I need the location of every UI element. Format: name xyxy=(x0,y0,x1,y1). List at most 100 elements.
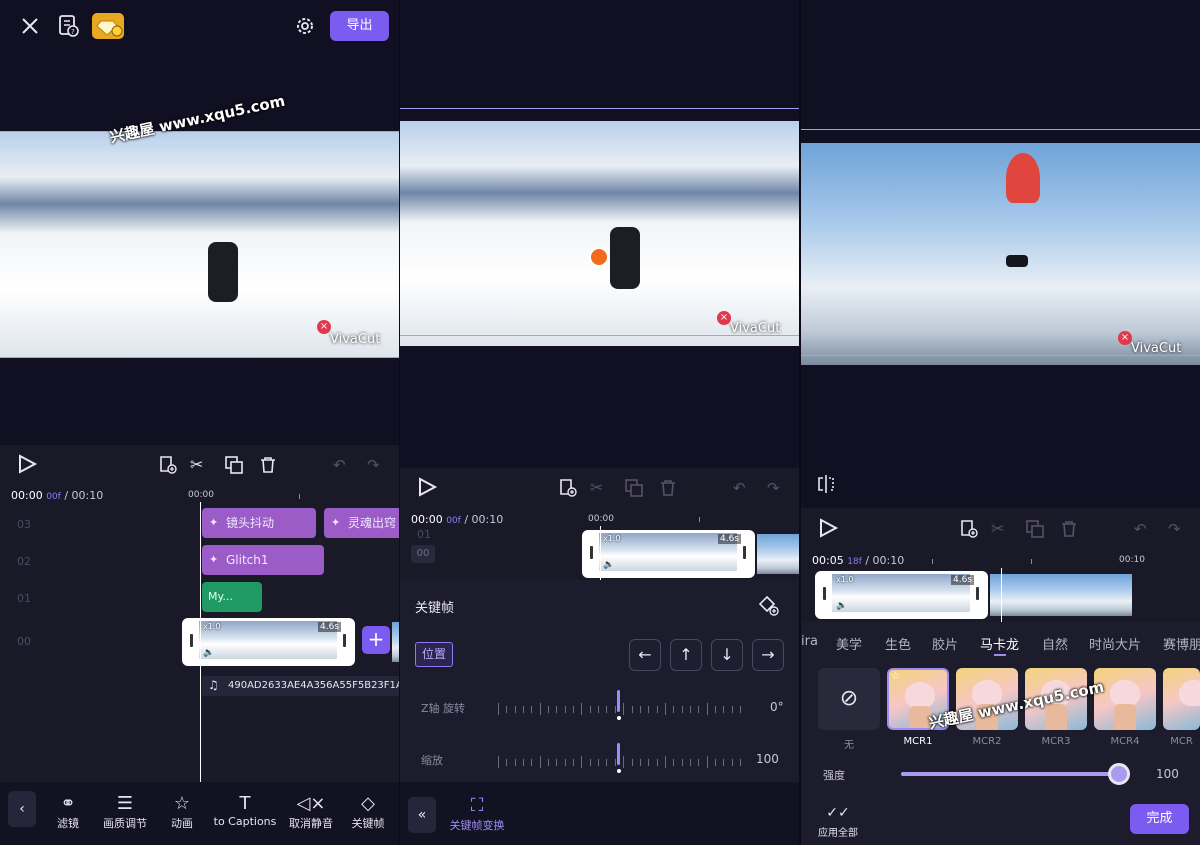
ruler-tick-mark xyxy=(631,759,633,766)
filter-thumbnail[interactable] xyxy=(1163,668,1200,730)
text-clip[interactable]: My... xyxy=(202,582,262,612)
filter-category-tab[interactable]: 自然 xyxy=(1042,634,1068,653)
panel-title: 关键帧 xyxy=(415,601,455,616)
video-preview[interactable]: × VivaCut xyxy=(801,143,1200,365)
clip-volume-icon[interactable]: 🔈 xyxy=(603,560,614,570)
remove-watermark-icon[interactable]: × xyxy=(717,311,731,325)
audio-track[interactable]: ♫ 490AD2633AE4A356A55F5B23F1AE1F xyxy=(202,676,399,696)
main-video-clip[interactable]: x1.0 4.6s 🔈 xyxy=(815,571,988,619)
keyframe-add-icon[interactable] xyxy=(758,595,780,617)
export-button[interactable]: 导出 xyxy=(330,11,389,41)
keyframe-anchor-dot[interactable] xyxy=(589,247,609,267)
fx-clip[interactable]: ✦ Glitch1 xyxy=(202,545,324,575)
settings-gear-icon[interactable] xyxy=(293,14,317,38)
ruler-tick-mark xyxy=(606,706,608,713)
favorite-star-icon[interactable]: ☆ xyxy=(891,671,900,682)
video-preview[interactable]: × VivaCut xyxy=(400,121,799,346)
filter-category-tab-active[interactable]: 马卡龙 xyxy=(980,634,1019,653)
trim-handle-left[interactable] xyxy=(185,621,199,659)
remove-watermark-icon[interactable]: × xyxy=(317,320,331,334)
intensity-slider-knob[interactable] xyxy=(1108,763,1130,785)
delete-trash-icon[interactable] xyxy=(258,455,278,475)
duplicate-icon[interactable] xyxy=(1025,519,1045,539)
main-video-clip[interactable]: x1.0 4.6s 🔈 xyxy=(582,530,755,578)
scale-indicator[interactable] xyxy=(617,743,620,765)
fx-clip-label: 镜头抖动 xyxy=(226,516,275,530)
filter-category-tab[interactable]: 时尚大片 xyxy=(1089,634,1141,653)
unmute-tool[interactable]: ◁× 取消静音 xyxy=(284,793,338,831)
remove-watermark-icon[interactable]: × xyxy=(1118,331,1132,345)
intensity-slider-track[interactable] xyxy=(901,772,1119,776)
tutorial-icon[interactable]: ? xyxy=(56,14,80,38)
main-video-clip[interactable]: x1.0 4.6s 🔈 xyxy=(182,618,355,666)
ruler-tick xyxy=(699,517,700,522)
move-up-button[interactable]: ↑ xyxy=(670,639,702,671)
add-clip-button[interactable]: + xyxy=(362,626,390,654)
playhead[interactable] xyxy=(600,526,601,580)
filter-category-tab[interactable]: ira xyxy=(801,634,818,649)
position-tab[interactable]: 位置 xyxy=(415,642,453,667)
move-right-button[interactable]: → xyxy=(752,639,784,671)
filter-tool[interactable]: ⚭ 滤镜 xyxy=(46,793,90,831)
time-frame: 18f xyxy=(847,557,862,567)
filter-category-tab[interactable]: 赛博朋 xyxy=(1163,634,1200,653)
undo-icon[interactable]: ↶ xyxy=(1134,520,1147,538)
playhead[interactable] xyxy=(200,502,201,782)
move-left-button[interactable]: ← xyxy=(629,639,661,671)
compare-split-icon[interactable] xyxy=(815,473,837,495)
play-icon[interactable] xyxy=(416,476,438,498)
move-down-button[interactable]: ↓ xyxy=(711,639,743,671)
back-chevron-icon[interactable]: ‹ xyxy=(8,791,36,827)
split-scissors-icon[interactable]: ✂ xyxy=(991,519,1004,538)
delete-trash-icon[interactable] xyxy=(1059,519,1079,539)
redo-icon[interactable]: ↷ xyxy=(767,479,780,497)
clip-volume-icon[interactable]: 🔈 xyxy=(203,648,214,658)
duplicate-icon[interactable] xyxy=(624,478,644,498)
video-preview[interactable]: × VivaCut xyxy=(0,131,399,358)
captions-tool[interactable]: Tto Captions xyxy=(212,793,278,828)
time-current: 00:00 xyxy=(11,489,43,502)
keyframe-transform-tab[interactable]: ⛶ 关键帧变换 xyxy=(444,795,510,833)
playhead[interactable] xyxy=(1001,568,1002,622)
add-clip-icon[interactable] xyxy=(558,478,578,498)
keyframe-tool[interactable]: ◇ 关键帧 xyxy=(344,793,392,831)
scale-label: 缩放 xyxy=(421,754,443,767)
filter-category-tab[interactable]: 胶片 xyxy=(932,634,958,653)
collapse-double-chevron-icon[interactable]: « xyxy=(408,797,436,833)
trim-handle-left[interactable] xyxy=(818,574,832,612)
music-note-icon: ♫ xyxy=(208,678,219,692)
next-clip-thumbnail[interactable] xyxy=(990,574,1132,616)
ruler-tick-mark xyxy=(506,759,508,766)
done-button[interactable]: 完成 xyxy=(1130,804,1189,834)
delete-trash-icon[interactable] xyxy=(658,478,678,498)
add-clip-icon[interactable] xyxy=(959,519,979,539)
apply-all-button[interactable]: ✓✓ 应用全部 xyxy=(815,802,861,839)
redo-icon[interactable]: ↷ xyxy=(367,456,385,474)
play-icon[interactable] xyxy=(16,453,38,475)
tool-label: 应用全部 xyxy=(818,828,858,839)
fx-clip[interactable]: ✦ 镜头抖动 xyxy=(202,508,316,538)
play-icon[interactable] xyxy=(817,517,839,539)
trim-handle-left[interactable] xyxy=(585,533,599,571)
filter-thumbnail[interactable] xyxy=(1094,668,1156,730)
split-scissors-icon[interactable]: ✂ xyxy=(190,455,210,475)
close-icon[interactable] xyxy=(18,14,42,38)
fx-clip[interactable]: ✦ 灵魂出窍 xyxy=(324,508,399,538)
undo-icon[interactable]: ↶ xyxy=(333,456,351,474)
clip-thumbnail xyxy=(645,533,691,571)
adjust-tool[interactable]: ☰ 画质调节 xyxy=(98,793,152,831)
duplicate-icon[interactable] xyxy=(224,455,244,475)
premium-diamond-icon[interactable] xyxy=(92,13,124,39)
filter-category-tab[interactable]: 美学 xyxy=(836,634,862,653)
filter-category-tab[interactable]: 生色 xyxy=(885,634,911,653)
animation-tool[interactable]: ☆ 动画 xyxy=(160,793,204,831)
clip-volume-icon[interactable]: 🔈 xyxy=(836,601,847,611)
no-filter-icon[interactable]: ⊘ xyxy=(818,668,880,730)
z-rotate-indicator[interactable] xyxy=(617,690,620,712)
redo-icon[interactable]: ↷ xyxy=(1168,520,1181,538)
add-clip-icon[interactable] xyxy=(158,455,178,475)
split-scissors-icon[interactable]: ✂ xyxy=(590,478,603,497)
ruler-tick-mark xyxy=(689,759,691,766)
undo-icon[interactable]: ↶ xyxy=(733,479,746,497)
ruler-tick-mark xyxy=(523,706,525,713)
